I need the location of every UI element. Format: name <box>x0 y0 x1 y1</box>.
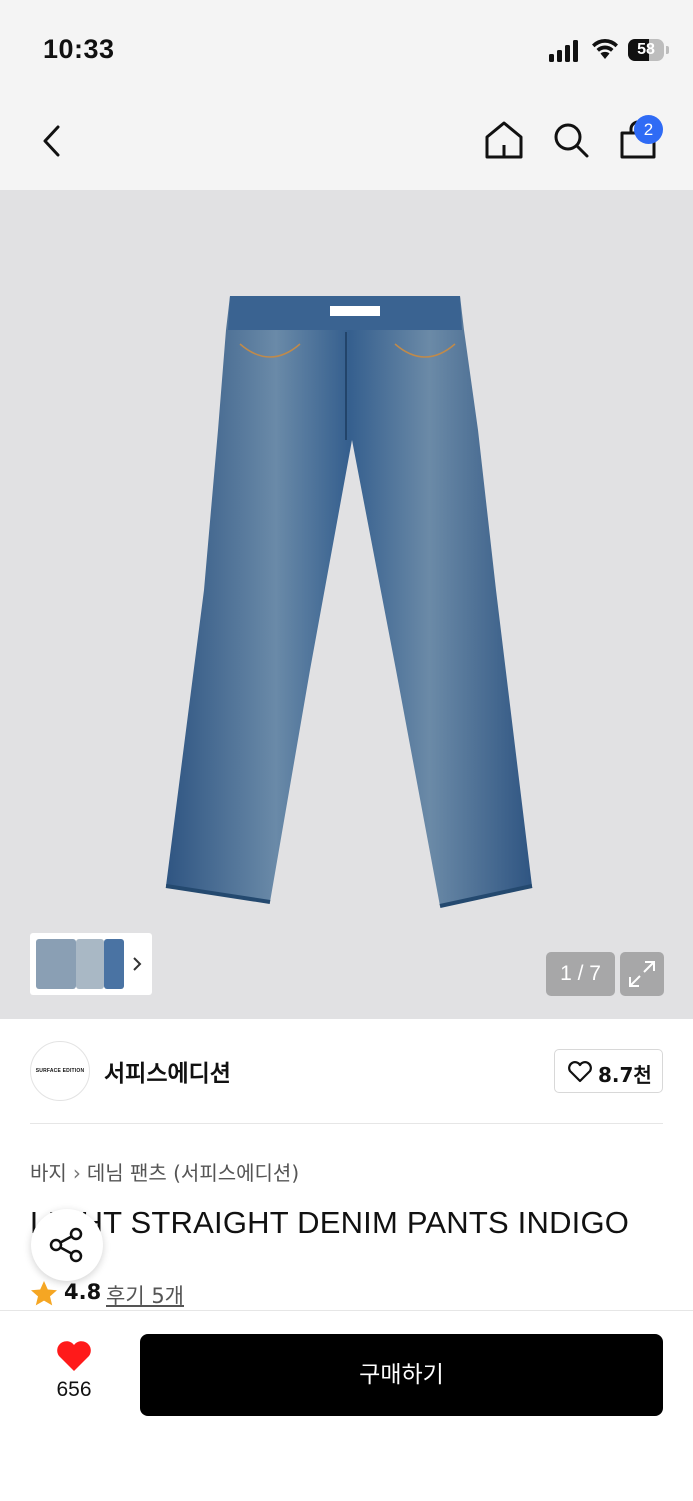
rating-score: 4.8 <box>64 1280 102 1304</box>
battery-indicator: 58 <box>628 39 669 61</box>
chevron-right-icon <box>133 957 142 971</box>
share-button[interactable] <box>31 1209 103 1281</box>
heart-icon <box>57 1341 91 1371</box>
brand-like-button[interactable]: 8.7천 <box>554 1049 663 1093</box>
expand-button[interactable] <box>620 952 664 996</box>
bottom-action-bar: 656 구매하기 <box>0 1310 693 1501</box>
brand-row[interactable]: SURFACE EDITION 서피스에디션 8.7천 <box>0 1019 693 1123</box>
share-icon <box>49 1227 83 1263</box>
product-title: LIGHT STRAIGHT DENIM PANTS INDIGO <box>30 1205 630 1240</box>
back-icon[interactable] <box>36 121 66 161</box>
star-icon <box>31 1281 57 1306</box>
buy-button[interactable]: 구매하기 <box>140 1334 663 1416</box>
product-image-gallery[interactable]: 1 / 7 <box>0 190 693 1019</box>
breadcrumb: 바지 › 데님 팬츠 (서피스에디션) <box>30 1157 299 1186</box>
cellular-signal-icon <box>549 40 578 62</box>
breadcrumb-subcategory[interactable]: 데님 팬츠 (서피스에디션) <box>87 1161 299 1185</box>
status-bar: 10:33 58 <box>0 0 693 95</box>
expand-icon <box>629 961 655 987</box>
top-navigation: 2 <box>0 95 693 190</box>
status-time: 10:33 <box>43 34 115 64</box>
brand-logo[interactable]: SURFACE EDITION <box>30 1041 90 1101</box>
image-counter: 1 / 7 <box>546 952 615 996</box>
reviews-link[interactable]: 후기 5개 <box>106 1280 184 1310</box>
product-image <box>165 296 533 908</box>
breadcrumb-separator-icon: › <box>72 1161 81 1185</box>
search-icon[interactable] <box>550 119 592 161</box>
like-count: 656 <box>56 1378 92 1401</box>
heart-outline-icon <box>568 1061 592 1083</box>
breadcrumb-category[interactable]: 바지 <box>30 1161 67 1185</box>
divider <box>30 1123 663 1124</box>
wifi-icon <box>592 38 618 59</box>
brand-like-count: 8.7천 <box>598 1063 652 1087</box>
thumbnail-strip[interactable] <box>30 933 152 995</box>
battery-level: 58 <box>637 41 655 58</box>
cart-count-badge: 2 <box>634 115 663 144</box>
home-icon[interactable] <box>483 119 525 161</box>
brand-name[interactable]: 서피스에디션 <box>104 1054 231 1088</box>
like-button[interactable]: 656 <box>40 1335 108 1405</box>
